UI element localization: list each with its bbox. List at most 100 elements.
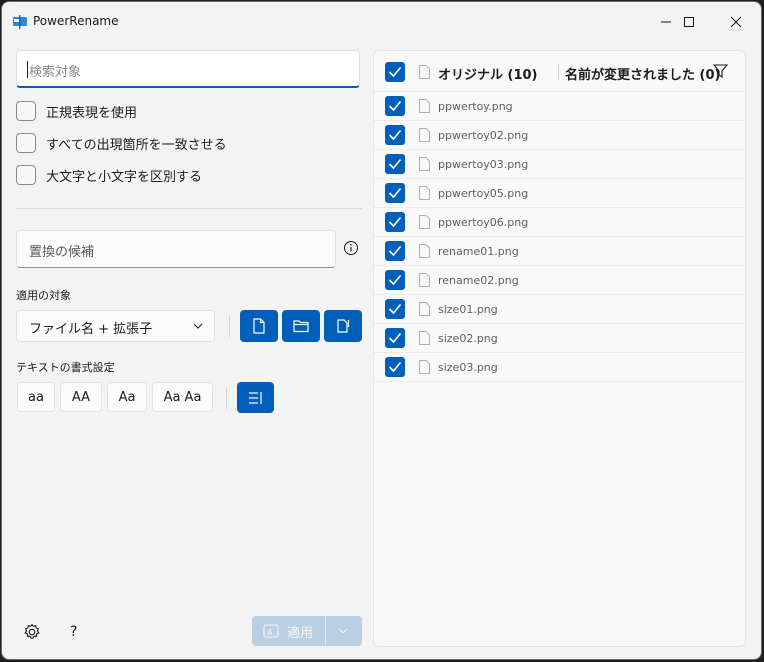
help-icon[interactable]: ? [70, 624, 77, 640]
apply-to-dropdown[interactable]: ファイル名 + 拡張子 [16, 310, 215, 342]
file-icon [419, 128, 430, 142]
file-row[interactable]: rename01.png [374, 237, 745, 266]
file-row[interactable]: ppwertoy02.png [374, 121, 745, 150]
uppercase-button[interactable]: AA [60, 382, 102, 412]
original-column-header[interactable]: オリジナル (10) [438, 64, 538, 83]
text-caret [27, 61, 28, 78]
file-row[interactable]: size02.png [374, 324, 745, 353]
file-icon [419, 360, 430, 374]
checkmark-icon [388, 100, 402, 112]
file-checkbox[interactable] [385, 125, 405, 145]
file-name: rename02.png [438, 274, 519, 287]
checkbox-box[interactable] [16, 165, 36, 185]
search-placeholder: 検索対象 [29, 65, 82, 80]
file-row[interactable]: rename02.png [374, 266, 745, 295]
file-icon [419, 215, 430, 229]
file-row[interactable]: ppwertoy05.png [374, 179, 745, 208]
file-icon [253, 318, 265, 334]
file-checkbox[interactable] [385, 357, 405, 377]
file-name: rename01.png [438, 245, 519, 258]
subfolders-button[interactable] [324, 310, 362, 342]
checkmark-icon [388, 187, 402, 199]
title-bar: PowerRename [2, 2, 761, 42]
file-icon [419, 244, 430, 258]
file-rename-icon [337, 319, 350, 333]
file-icon [419, 65, 430, 79]
case-sensitive-checkbox[interactable]: 大文字と小文字を区別する [16, 164, 202, 186]
file-list-header: オリジナル (10) 名前が変更されました (0) [374, 51, 745, 92]
checkmark-icon [388, 303, 402, 315]
checkmark-icon [388, 158, 402, 170]
checkmark-icon [388, 361, 402, 373]
file-icon [419, 99, 430, 113]
checkmark-icon [388, 216, 402, 228]
file-checkbox[interactable] [385, 183, 405, 203]
file-list-panel: オリジナル (10) 名前が変更されました (0) ppwertoy.png pp… [373, 50, 746, 647]
file-checkbox[interactable] [385, 241, 405, 261]
replace-placeholder: 置換の候補 [29, 245, 95, 260]
enumerate-items-button[interactable] [237, 382, 274, 413]
select-all-checkbox[interactable] [385, 62, 405, 82]
chevron-down-icon[interactable] [338, 626, 348, 636]
filter-icon[interactable] [713, 64, 728, 78]
filenames-only-button[interactable] [240, 310, 278, 342]
file-name: size02.png [438, 332, 498, 345]
file-name: ppwertoy.png [438, 100, 513, 113]
match-all-checkbox[interactable]: すべての出現箇所を一致させる [16, 132, 227, 154]
checkbox-box[interactable] [16, 133, 36, 153]
file-row[interactable]: size01.png [374, 295, 745, 324]
capitalize-words-button[interactable]: Aa Aa [152, 382, 213, 412]
section-divider [16, 208, 362, 209]
apply-button[interactable]: A 適用 [252, 616, 362, 646]
column-separator [558, 64, 559, 80]
folders-button[interactable] [282, 310, 320, 342]
file-row[interactable]: size03.png [374, 353, 745, 382]
file-checkbox[interactable] [385, 96, 405, 116]
checkbox-box[interactable] [16, 101, 36, 121]
maximize-button[interactable] [666, 2, 712, 42]
checkmark-icon [388, 66, 402, 78]
file-checkbox[interactable] [385, 270, 405, 290]
file-checkbox[interactable] [385, 328, 405, 348]
file-checkbox[interactable] [385, 299, 405, 319]
text-format-label: テキストの書式設定 [16, 361, 115, 374]
lowercase-button[interactable]: aa [17, 382, 55, 412]
rename-icon: A [263, 624, 279, 638]
file-name: ppwertoy06.png [438, 216, 529, 229]
file-name: size01.png [438, 303, 498, 316]
file-checkbox[interactable] [385, 212, 405, 232]
svg-text:A: A [267, 628, 273, 637]
checkmark-icon [388, 274, 402, 286]
close-button[interactable] [713, 2, 759, 42]
maximize-icon [684, 17, 694, 27]
file-name: size03.png [438, 361, 498, 374]
titlecase-button[interactable]: Aa [107, 382, 147, 412]
file-name: ppwertoy03.png [438, 158, 529, 171]
file-row[interactable]: ppwertoy06.png [374, 208, 745, 237]
file-checkbox[interactable] [385, 154, 405, 174]
replace-input[interactable]: 置換の候補 [16, 230, 336, 268]
powerrename-window: PowerRename 検索対象 正規表現を使用 すべての出現箇所を一致させる … [1, 1, 762, 660]
apply-to-label: 適用の対象 [16, 289, 71, 302]
apply-label: 適用 [287, 626, 314, 641]
checkbox-label: 正規表現を使用 [46, 105, 138, 121]
info-icon[interactable] [343, 240, 359, 256]
file-row[interactable]: ppwertoy.png [374, 92, 745, 121]
list-numbered-icon [248, 391, 262, 404]
file-icon [419, 186, 430, 200]
file-name: ppwertoy05.png [438, 187, 529, 200]
checkmark-icon [388, 245, 402, 257]
checkbox-label: すべての出現箇所を一致させる [46, 137, 227, 153]
file-icon [419, 331, 430, 345]
search-input[interactable]: 検索対象 [16, 50, 360, 88]
file-icon [419, 157, 430, 171]
renamed-column-header[interactable]: 名前が変更されました (0) [565, 64, 720, 83]
checkmark-icon [388, 129, 402, 141]
file-name: ppwertoy02.png [438, 129, 529, 142]
file-row[interactable]: ppwertoy03.png [374, 150, 745, 179]
powerrename-app-icon [13, 15, 27, 29]
gear-icon[interactable] [23, 623, 41, 641]
regex-checkbox[interactable]: 正規表現を使用 [16, 100, 137, 122]
toolbar-separator [229, 315, 230, 337]
window-title: PowerRename [33, 14, 119, 28]
